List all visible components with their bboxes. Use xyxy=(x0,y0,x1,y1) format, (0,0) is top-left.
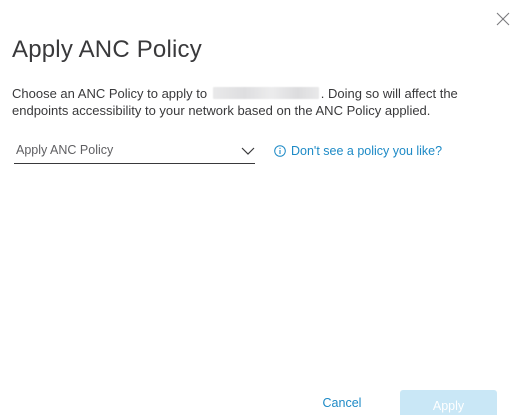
apply-anc-policy-dialog: Apply ANC Policy Choose an ANC Policy to… xyxy=(0,0,518,415)
close-icon[interactable] xyxy=(496,12,510,26)
dialog-title: Apply ANC Policy xyxy=(12,36,202,63)
apply-button[interactable]: Apply xyxy=(400,390,497,415)
anc-policy-select[interactable]: Apply ANC Policy xyxy=(14,140,255,164)
policy-help-link-label: Don't see a policy you like? xyxy=(291,144,443,158)
redacted-endpoint-name xyxy=(212,87,319,99)
dialog-description: Choose an ANC Policy to apply to . Doing… xyxy=(12,85,482,119)
chevron-down-icon xyxy=(241,146,255,156)
policy-help-link[interactable]: Don't see a policy you like? xyxy=(274,144,442,158)
anc-policy-select-placeholder: Apply ANC Policy xyxy=(16,143,114,157)
info-icon xyxy=(274,145,286,157)
description-text-start: Choose an ANC Policy to apply to xyxy=(12,86,211,101)
cancel-button[interactable]: Cancel xyxy=(320,396,364,410)
